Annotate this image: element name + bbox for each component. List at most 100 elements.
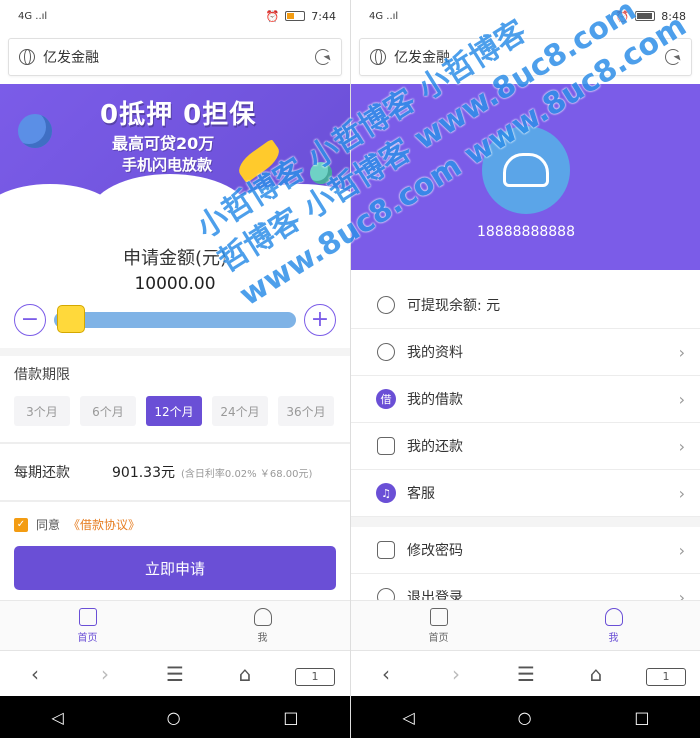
chevron-right-icon: › xyxy=(678,389,685,409)
banner-headline: 0抵押 0担保 xyxy=(100,100,257,130)
nav-recents-icon[interactable]: □ xyxy=(634,708,649,727)
menu-item-repayments[interactable]: 我的还款 › xyxy=(351,423,700,470)
nav-back-icon[interactable]: ◁ xyxy=(51,708,63,727)
home-tab-icon xyxy=(78,607,97,626)
android-nav-bar: ◁ ○ □ xyxy=(351,696,700,738)
slider-thumb[interactable] xyxy=(56,305,85,333)
section-divider xyxy=(0,500,350,502)
term-options: 3个月 6个月 12个月 24个月 36个月 xyxy=(14,396,334,426)
section-divider xyxy=(0,348,350,356)
page-title: 亿发金融 xyxy=(394,50,450,66)
forward-icon[interactable]: › xyxy=(436,662,476,686)
home-icon[interactable]: ⌂ xyxy=(225,662,265,686)
section-divider xyxy=(0,442,350,444)
menu-item-label: 我的还款 xyxy=(407,439,463,455)
tab-home[interactable]: 首页 xyxy=(0,601,175,650)
menu-icon[interactable]: ☰ xyxy=(155,662,195,686)
rocket-icon xyxy=(233,138,285,184)
edit-icon xyxy=(375,539,397,561)
planet-icon xyxy=(18,114,52,148)
menu-item-label: 可提现余额: 元 xyxy=(407,298,501,314)
cloud-zip-icon xyxy=(503,153,549,187)
term-option[interactable]: 3个月 xyxy=(14,396,70,426)
alarm-icon: ⏰ xyxy=(615,9,630,23)
agree-text: 同意 xyxy=(36,518,61,532)
slider-track[interactable] xyxy=(54,305,296,333)
menu-item-label: 我的借款 xyxy=(407,392,463,408)
nav-home-icon[interactable]: ○ xyxy=(167,708,181,727)
tabs-button[interactable]: 1 xyxy=(646,661,686,686)
menu-item-label: 修改密码 xyxy=(407,543,463,559)
chevron-right-icon: › xyxy=(678,342,685,362)
reload-icon[interactable] xyxy=(315,49,331,65)
amount-label: 申请金额(元) xyxy=(122,248,228,269)
term-option[interactable]: 6个月 xyxy=(80,396,136,426)
browser-url-bar[interactable]: 亿发金融 xyxy=(359,38,692,76)
repayment-amount: 901.33元 xyxy=(112,465,175,481)
browser-toolbar: ‹ › ☰ ⌂ 1 xyxy=(0,650,350,696)
apply-button[interactable]: 立即申请 xyxy=(14,546,336,590)
menu-item-label: 客服 xyxy=(407,486,435,502)
back-icon[interactable]: ‹ xyxy=(15,662,55,686)
menu-item-profile[interactable]: 我的资料 › xyxy=(351,329,700,376)
tab-me[interactable]: 我 xyxy=(526,601,700,650)
section-divider xyxy=(351,517,700,527)
forward-icon[interactable]: › xyxy=(85,662,125,686)
agreement-link[interactable]: 《借款协议》 xyxy=(68,516,140,533)
repayment-row: 每期还款 901.33元 (含日利率0.02% ￥68.00元) xyxy=(14,462,344,482)
decrease-button[interactable]: − xyxy=(14,304,46,336)
term-option[interactable]: 36个月 xyxy=(278,396,334,426)
menu-item-support[interactable]: ♫ 客服 › xyxy=(351,470,700,517)
home-tab-icon xyxy=(429,607,448,626)
wallet-icon xyxy=(375,294,397,316)
globe-icon xyxy=(19,49,35,65)
menu-item-label: 我的资料 xyxy=(407,345,463,361)
menu-item-loans[interactable]: 借 我的借款 › xyxy=(351,376,700,423)
globe-icon xyxy=(370,49,386,65)
page-title: 亿发金融 xyxy=(43,50,99,66)
user-icon xyxy=(375,341,397,363)
headset-icon: ♫ xyxy=(375,482,397,504)
browser-url-bar[interactable]: 亿发金融 xyxy=(8,38,342,76)
status-time: 7:44 xyxy=(311,9,336,23)
term-label: 借款期限 xyxy=(14,367,70,383)
increase-button[interactable]: + xyxy=(304,304,336,336)
menu-item-change-password[interactable]: 修改密码 › xyxy=(351,527,700,574)
reload-icon[interactable] xyxy=(665,49,681,65)
amount-value: 10000.00 xyxy=(134,274,216,294)
menu-icon[interactable]: ☰ xyxy=(506,662,546,686)
tab-label: 我 xyxy=(257,632,268,644)
cloud-shape xyxy=(220,184,350,224)
nav-home-icon[interactable]: ○ xyxy=(518,708,532,727)
agree-checkbox[interactable]: ✓ xyxy=(14,517,28,532)
tab-label: 首页 xyxy=(77,632,98,644)
tabs-button[interactable]: 1 xyxy=(295,661,335,686)
phone-number: 18888888888 xyxy=(477,224,575,240)
status-bar: 4G ..ıl ⏰ 8:48 xyxy=(351,0,700,32)
home-icon[interactable]: ⌂ xyxy=(576,662,616,686)
android-nav-bar: ◁ ○ □ xyxy=(0,696,350,738)
nav-recents-icon[interactable]: □ xyxy=(283,708,298,727)
right-phone-screen: 4G ..ıl ⏰ 8:48 亿发金融 18888888888 可提现余额: 元… xyxy=(350,0,700,738)
banner-subline: 最高可贷20万 xyxy=(112,134,215,153)
nav-back-icon[interactable]: ◁ xyxy=(402,708,414,727)
tab-home[interactable]: 首页 xyxy=(351,601,526,650)
user-icon xyxy=(604,607,623,626)
term-option-selected[interactable]: 12个月 xyxy=(146,396,202,426)
tab-label: 首页 xyxy=(428,632,449,644)
status-bar: 4G ..ıl ⏰ 7:44 xyxy=(0,0,350,32)
menu-item-balance[interactable]: 可提现余额: 元 xyxy=(351,282,700,329)
tab-me[interactable]: 我 xyxy=(175,601,350,650)
planet-icon xyxy=(310,162,332,184)
card-icon xyxy=(375,435,397,457)
chevron-right-icon: › xyxy=(678,436,685,456)
avatar[interactable] xyxy=(482,126,570,214)
signal-indicator: 4G ..ıl xyxy=(369,10,399,22)
battery-icon xyxy=(635,11,656,21)
profile-header: 18888888888 xyxy=(351,84,700,270)
left-phone-screen: 4G ..ıl ⏰ 7:44 亿发金融 0抵押 0担保 最高可贷20万 手机闪电… xyxy=(0,0,350,738)
loan-icon: 借 xyxy=(375,388,397,410)
back-icon[interactable]: ‹ xyxy=(366,662,406,686)
term-option[interactable]: 24个月 xyxy=(212,396,268,426)
signal-indicator: 4G ..ıl xyxy=(18,10,48,22)
